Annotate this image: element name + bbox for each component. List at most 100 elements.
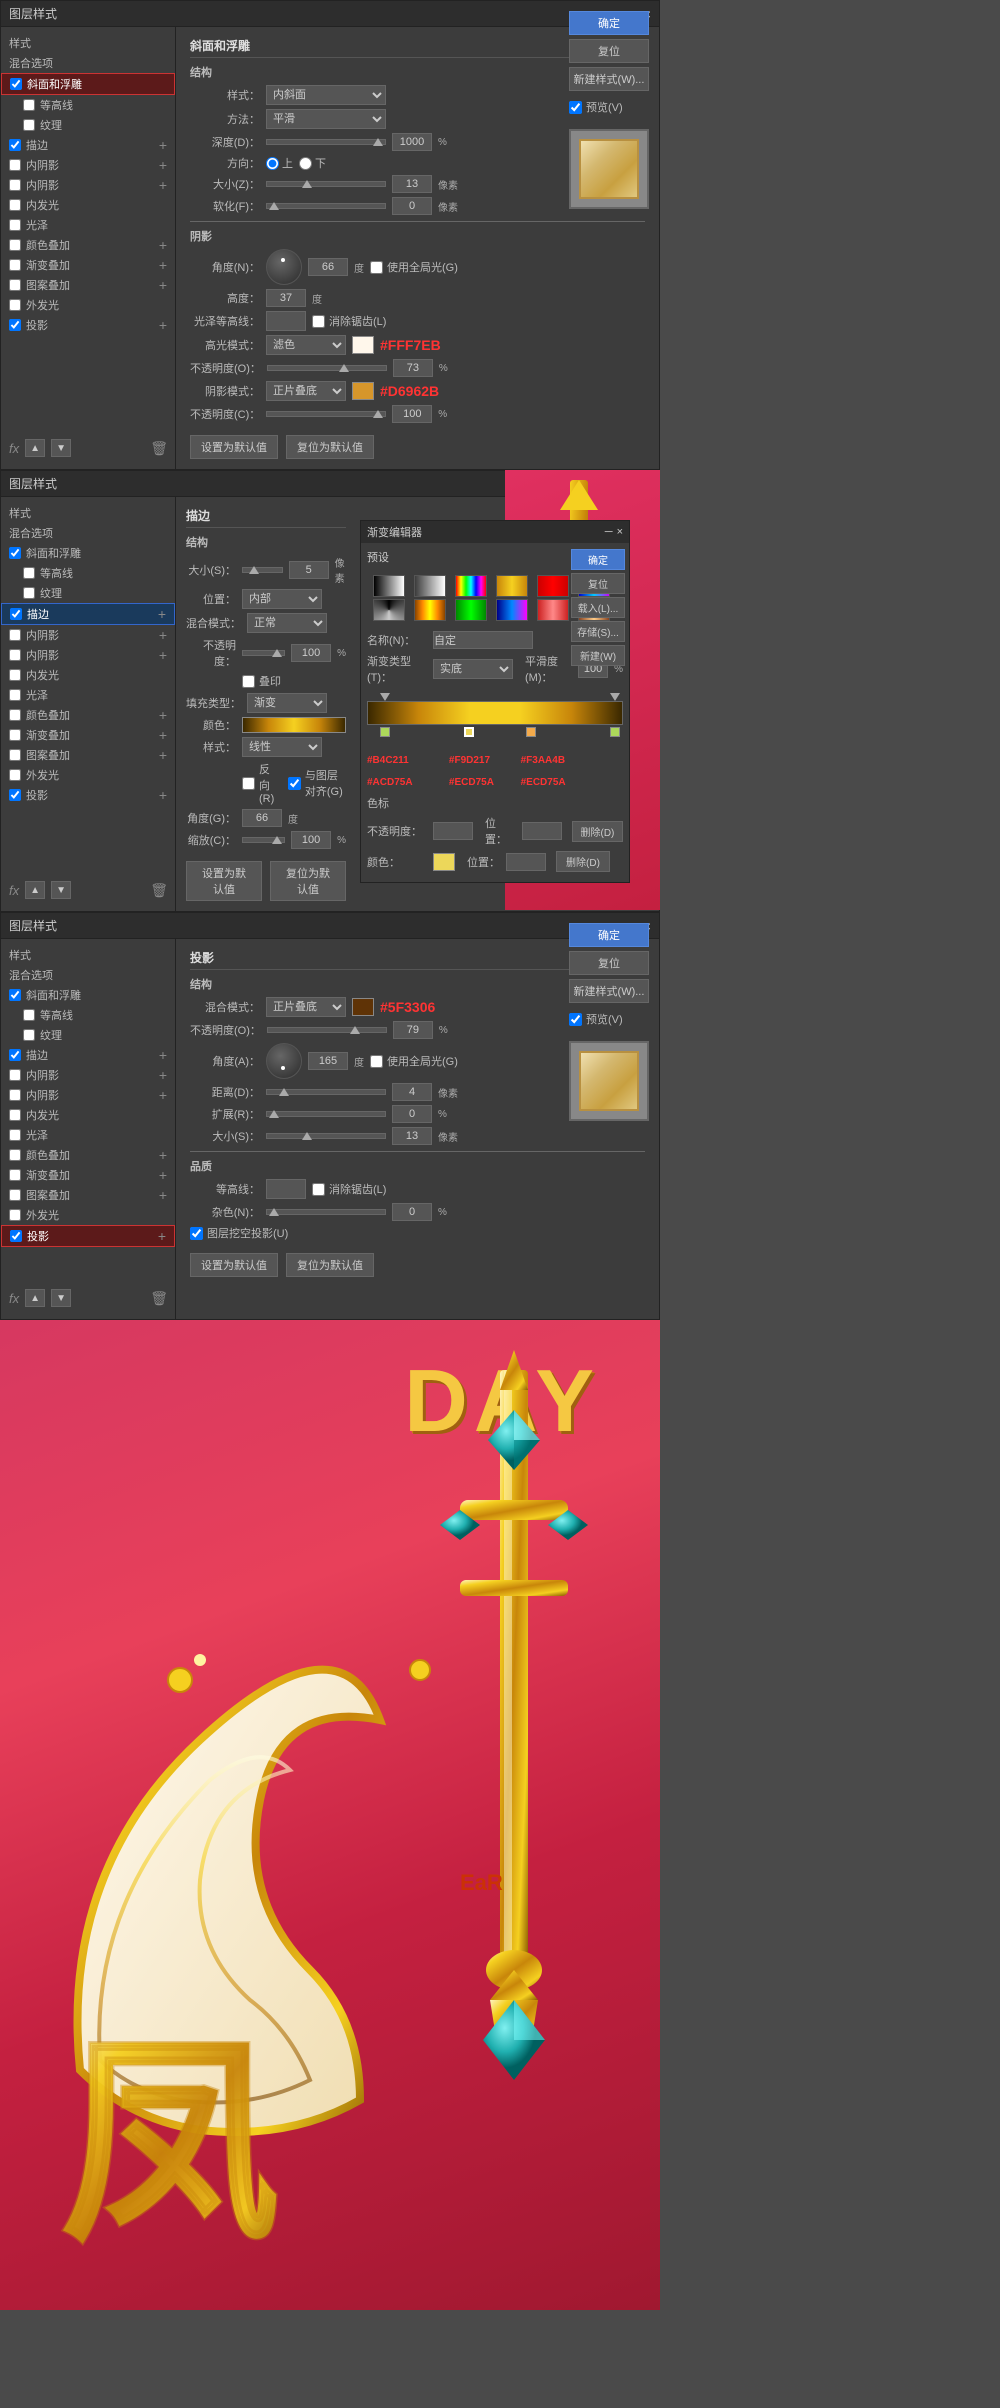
grad-save-btn[interactable]: 存储(S)... bbox=[571, 621, 625, 642]
style-satin-2[interactable]: 光泽 bbox=[1, 685, 175, 705]
overprint-label[interactable]: 叠印 bbox=[242, 673, 281, 689]
style-contour-3[interactable]: 等高线 bbox=[1, 1005, 175, 1025]
gradoverlay-checkbox[interactable] bbox=[9, 259, 21, 271]
gradient-bar[interactable] bbox=[242, 717, 346, 733]
move-up-btn[interactable]: ▲ bbox=[25, 439, 45, 457]
style-contour[interactable]: 等高线 bbox=[1, 95, 175, 115]
style-satin[interactable]: 光泽 bbox=[1, 215, 175, 235]
noise-input[interactable] bbox=[392, 1203, 432, 1221]
blend-mode-select-3[interactable]: 正片叠底 bbox=[266, 997, 346, 1017]
layer-shadow-checkbox[interactable] bbox=[190, 1227, 203, 1240]
opacity-slider-3[interactable] bbox=[267, 1027, 387, 1033]
preview-label-1[interactable]: 预览(V) bbox=[569, 99, 649, 115]
size-input[interactable] bbox=[392, 175, 432, 193]
style-stroke-3[interactable]: 描边 + bbox=[1, 1045, 175, 1065]
preset-10[interactable] bbox=[496, 599, 528, 621]
gradient-strip[interactable] bbox=[367, 701, 623, 725]
delete-style-btn-3[interactable]: 🗑 bbox=[150, 1290, 168, 1307]
depth-slider[interactable] bbox=[266, 139, 386, 145]
opacity-input-2[interactable] bbox=[291, 644, 331, 662]
style-outerglow-2[interactable]: 外发光 bbox=[1, 765, 175, 785]
set-default-btn-2[interactable]: 设置为默认值 bbox=[186, 861, 262, 901]
dir-down-label[interactable]: 下 bbox=[299, 155, 326, 171]
soften-input[interactable] bbox=[392, 197, 432, 215]
delete-style-btn[interactable]: 🗑 bbox=[150, 440, 168, 457]
grad-ok-btn[interactable]: 确定 bbox=[571, 549, 625, 570]
style-coloroverlay[interactable]: 颜色叠加 + bbox=[1, 235, 175, 255]
dropshadow-checkbox-2[interactable] bbox=[9, 789, 21, 801]
style-innerglow[interactable]: 内发光 bbox=[1, 195, 175, 215]
gradoverlay-plus[interactable]: + bbox=[159, 257, 167, 273]
anti-alias-label-3[interactable]: 消除锯齿(L) bbox=[312, 1181, 386, 1197]
grad-load-btn[interactable]: 载入(L)... bbox=[571, 597, 625, 618]
move-up-btn-2[interactable]: ▲ bbox=[25, 881, 45, 899]
preset-3[interactable] bbox=[455, 575, 487, 597]
patternoverlay-checkbox-3[interactable] bbox=[9, 1189, 21, 1201]
set-default-btn-3[interactable]: 设置为默认值 bbox=[190, 1253, 278, 1277]
style-dropshadow-2[interactable]: 投影 + bbox=[1, 785, 175, 805]
reverse-label[interactable]: 反向(R) bbox=[242, 761, 278, 805]
style-satin-3[interactable]: 光泽 bbox=[1, 1125, 175, 1145]
preset-5[interactable] bbox=[537, 575, 569, 597]
move-down-btn-2[interactable]: ▼ bbox=[51, 881, 71, 899]
preset-7[interactable] bbox=[373, 599, 405, 621]
patternoverlay-checkbox-2[interactable] bbox=[9, 749, 21, 761]
gradoverlay-checkbox-3[interactable] bbox=[9, 1169, 21, 1181]
blend-options-3[interactable]: 混合选项 bbox=[1, 965, 175, 985]
dropshadow-plus[interactable]: + bbox=[159, 317, 167, 333]
align-label[interactable]: 与图层对齐(G) bbox=[288, 767, 346, 799]
style-coloroverlay-2[interactable]: 颜色叠加 + bbox=[1, 705, 175, 725]
contour-checkbox-3[interactable] bbox=[23, 1009, 35, 1021]
grad-new-btn[interactable]: 新建(W) bbox=[571, 645, 625, 666]
ok-btn-1[interactable]: 确定 bbox=[569, 11, 649, 35]
set-default-btn[interactable]: 设置为默认值 bbox=[190, 435, 278, 459]
noise-thumb[interactable] bbox=[269, 1208, 279, 1216]
overprint-checkbox[interactable] bbox=[242, 675, 255, 688]
style-innershadow1[interactable]: 内阴影 + bbox=[1, 155, 175, 175]
position-select[interactable]: 内部 bbox=[242, 589, 322, 609]
use-global-3[interactable]: 使用全局光(G) bbox=[370, 1053, 458, 1069]
bevel-checkbox-3[interactable] bbox=[9, 989, 21, 1001]
style-texture-2[interactable]: 纹理 bbox=[1, 583, 175, 603]
preset-4[interactable] bbox=[496, 575, 528, 597]
shadow-mode-select[interactable]: 正片叠底 bbox=[266, 381, 346, 401]
depth-thumb[interactable] bbox=[373, 138, 383, 146]
stroke-plus[interactable]: + bbox=[159, 137, 167, 153]
location-input-2[interactable] bbox=[506, 853, 546, 871]
spread-input[interactable] bbox=[392, 1105, 432, 1123]
highlight-opacity-thumb[interactable] bbox=[339, 364, 349, 372]
style-texture[interactable]: 纹理 bbox=[1, 115, 175, 135]
move-up-btn-3[interactable]: ▲ bbox=[25, 1289, 45, 1307]
style-innerglow-2[interactable]: 内发光 bbox=[1, 665, 175, 685]
angle-input-2[interactable] bbox=[242, 809, 282, 827]
style-select[interactable]: 内斜面 bbox=[266, 85, 386, 105]
style-bevel[interactable]: 斜面和浮雕 bbox=[1, 73, 175, 95]
style-gradoverlay-3[interactable]: 渐变叠加 + bbox=[1, 1165, 175, 1185]
stroke-checkbox-2[interactable] bbox=[10, 608, 22, 620]
innershadow1-checkbox[interactable] bbox=[9, 159, 21, 171]
dir-up-label[interactable]: 上 bbox=[266, 155, 293, 171]
stroke-plus-2[interactable]: + bbox=[158, 606, 166, 622]
preset-1[interactable] bbox=[373, 575, 405, 597]
highlight-select[interactable]: 滤色 bbox=[266, 335, 346, 355]
color-stop-swatch[interactable] bbox=[433, 853, 455, 871]
innerglow-checkbox-2[interactable] bbox=[9, 669, 21, 681]
style-coloroverlay-3[interactable]: 颜色叠加 + bbox=[1, 1145, 175, 1165]
shadow-opacity-thumb[interactable] bbox=[373, 410, 383, 418]
grad-type-select[interactable]: 实底 bbox=[433, 659, 513, 679]
size-input-3[interactable] bbox=[392, 1127, 432, 1145]
style-stroke[interactable]: 描边 + bbox=[1, 135, 175, 155]
spread-thumb[interactable] bbox=[269, 1110, 279, 1118]
opacity-stop-1[interactable] bbox=[380, 693, 390, 701]
stroke-size-slider[interactable] bbox=[242, 567, 283, 573]
size-slider[interactable] bbox=[266, 181, 386, 187]
move-down-btn[interactable]: ▼ bbox=[51, 439, 71, 457]
spread-slider[interactable] bbox=[266, 1111, 386, 1117]
new-style-btn-3[interactable]: 新建样式(W)... bbox=[569, 979, 649, 1003]
coloroverlay-checkbox[interactable] bbox=[9, 239, 21, 251]
distance-thumb[interactable] bbox=[279, 1088, 289, 1096]
fill-type-select[interactable]: 渐变 bbox=[247, 693, 327, 713]
style-innershadow2-2[interactable]: 内阴影 + bbox=[1, 645, 175, 665]
opacity-stop-input[interactable] bbox=[433, 822, 473, 840]
preview-checkbox-1[interactable] bbox=[569, 101, 582, 114]
